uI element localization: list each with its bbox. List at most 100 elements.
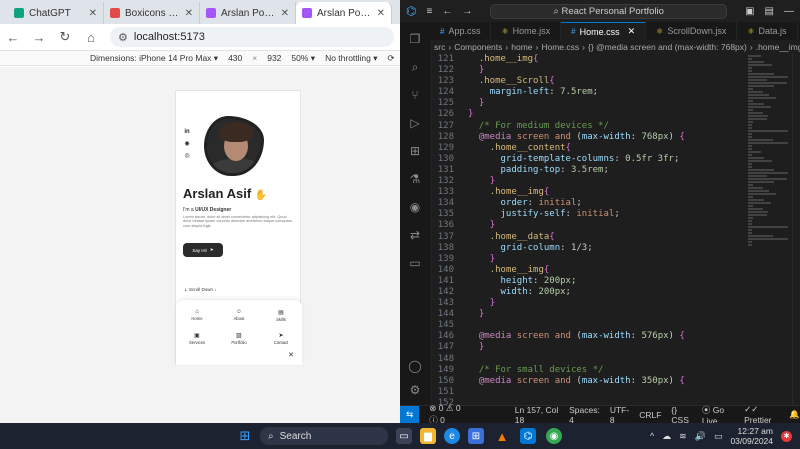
wifi-icon[interactable]: ≋ [679, 431, 687, 442]
explorer-icon[interactable]: ❐ [400, 28, 430, 50]
extensions-icon[interactable]: ⊞ [400, 140, 430, 162]
breadcrumb-item[interactable]: Components [454, 42, 502, 52]
forward-icon[interactable]: → [32, 30, 46, 45]
close-tab-icon[interactable]: ✕ [89, 8, 97, 19]
file-explorer-icon[interactable]: ▆ [420, 428, 436, 444]
taskbar-search[interactable]: ⌕ Search [260, 427, 388, 445]
zoom-select[interactable]: 50% ▾ [291, 53, 315, 64]
browser-tab[interactable]: ChatGPT ✕ [8, 2, 104, 24]
device-width-input[interactable]: 430 [228, 53, 242, 63]
indentation[interactable]: Spaces: 4 [569, 405, 600, 425]
mobile-nav-item[interactable]: ⌂ Home [176, 309, 218, 322]
tray-overflow-icon[interactable]: ^ [650, 431, 654, 441]
close-tab-icon[interactable]: ✕ [628, 26, 636, 37]
menu-icon[interactable]: ≡ [426, 6, 432, 17]
address-bar[interactable]: ⚙ localhost:5173 [110, 27, 394, 47]
close-tab-icon[interactable]: ✕ [185, 8, 193, 19]
close-tab-icon[interactable]: ✕ [281, 8, 289, 19]
prettier-status[interactable]: ✓✓ Prettier [744, 404, 779, 425]
breadcrumb-item[interactable]: {} @media screen and (max-width: 768px) [588, 42, 747, 52]
dimension-separator: × [252, 53, 258, 63]
close-icon[interactable]: ✕ [288, 351, 294, 359]
back-icon[interactable]: ← [6, 30, 20, 45]
battery-icon[interactable]: ▭ [714, 431, 723, 442]
chrome-icon[interactable]: ◉ [546, 428, 562, 444]
task-view-icon[interactable]: ▭ [396, 428, 412, 444]
volume-icon[interactable]: 🔊 [695, 431, 706, 442]
notification-center-icon[interactable]: ✱ [781, 430, 792, 442]
rotate-icon[interactable]: ⟳ [388, 53, 395, 64]
source-control-icon[interactable]: ⑂ [400, 84, 430, 106]
vlc-icon[interactable]: ▲ [494, 428, 510, 444]
close-tab-icon[interactable]: ✕ [377, 8, 385, 19]
browser-tab[interactable]: Boxicons : Premium w ✕ [104, 2, 200, 24]
code-text: } [478, 65, 485, 76]
onedrive-icon[interactable]: ☁ [662, 431, 671, 442]
notifications-icon[interactable]: 🔔 [789, 409, 800, 420]
github-icon[interactable]: ◉ [184, 141, 190, 147]
reload-icon[interactable]: ↻ [58, 29, 72, 45]
editor-tab[interactable]: # Home.css ✕ [561, 22, 647, 40]
breadcrumb-item[interactable]: src [434, 42, 445, 52]
run-debug-icon[interactable]: ▷ [400, 112, 430, 134]
end-of-line[interactable]: CRLF [639, 410, 661, 420]
cursor-position[interactable]: Ln 157, Col 18 [515, 405, 559, 425]
site-info-icon[interactable]: ⚙ [118, 31, 128, 44]
linkedin-icon[interactable]: in [184, 129, 190, 135]
vscode-taskbar-icon[interactable]: ⌬ [520, 428, 536, 444]
language-mode[interactable]: {} CSS [671, 405, 691, 425]
windows-taskbar: ⊞ ⌕ Search ▭ ▆ e ⊞ ▲ ⌬ ◉ ^ ☁ ≋ 🔊 ▭ 12:27… [0, 423, 800, 449]
clock[interactable]: 12:27 am 03/09/2024 [730, 426, 773, 446]
editor-tab[interactable]: ⚛ Data.js [737, 22, 798, 40]
settings-gear-icon[interactable]: ⚙ [400, 379, 430, 401]
editor-tab[interactable]: # App.css [430, 22, 492, 40]
code-editor[interactable]: 121 .home__img{122 } 123 .home__Scroll{12… [430, 54, 748, 405]
breadcrumb-item[interactable]: home [511, 42, 532, 52]
encoding[interactable]: UTF-8 [610, 405, 629, 425]
remote-explorer-icon[interactable]: ▭ [400, 252, 430, 274]
nav-back-icon[interactable]: ← [442, 6, 452, 17]
minimap[interactable] [748, 54, 792, 254]
minimize-icon[interactable]: — [784, 6, 794, 17]
edge-icon[interactable]: e [444, 428, 460, 444]
code-line: 121 .home__img{ [430, 54, 748, 65]
send-icon: ➤ [278, 333, 284, 339]
editor-tab[interactable]: ⚛ Home.jsx [491, 22, 562, 40]
mobile-nav-item[interactable]: ▤ Skills [260, 309, 302, 322]
store-icon[interactable]: ⊞ [468, 428, 484, 444]
search-icon[interactable]: ⌕ [400, 56, 430, 78]
breadcrumb-item[interactable]: .home__img [756, 42, 800, 52]
browser-tab[interactable]: Arslan Portfo ✕ [296, 2, 392, 24]
live-share-icon[interactable]: ⇄ [400, 224, 430, 246]
scroll-down-link[interactable]: ⇣ Scroll Down ↓ [184, 287, 217, 293]
minimap-line [748, 166, 752, 168]
layout-icon[interactable]: ▣ [745, 6, 754, 17]
mobile-nav-item[interactable]: ☺ About [218, 309, 260, 322]
mobile-nav-item[interactable]: ▣ Services [176, 332, 218, 345]
home-icon[interactable]: ⌂ [84, 30, 98, 45]
panel-icon[interactable]: ▤ [765, 6, 774, 17]
line-number: 147 [437, 342, 454, 353]
editor-tab[interactable]: ⚛ ScrollDown.jsx [646, 22, 738, 40]
browser-tab[interactable]: Arslan Portfolio ✕ [200, 2, 296, 24]
code-line: 137 .home__data{ [430, 232, 748, 243]
remote-indicator-icon[interactable]: ⇆ [400, 406, 420, 423]
command-center-search[interactable]: ⌕ React Personal Portfolio [490, 3, 728, 19]
device-height-input[interactable]: 932 [267, 53, 281, 63]
mobile-nav-item[interactable]: ➤ Contact [260, 332, 302, 345]
editor-scrollbar[interactable] [792, 54, 800, 405]
github-icon[interactable]: ◉ [400, 196, 430, 218]
mobile-nav-item[interactable]: ▨ Portfolio [218, 332, 260, 345]
say-hi-button[interactable]: Say Hi! ➤ [183, 243, 223, 257]
chatgpt-icon [14, 8, 24, 18]
throttling-select[interactable]: No throttling ▾ [325, 53, 377, 64]
code-text: } [489, 176, 496, 187]
code-text: order: initial; [500, 198, 582, 209]
device-dimensions-select[interactable]: Dimensions: iPhone 14 Pro Max ▾ [90, 53, 218, 64]
account-icon[interactable]: ◯ [400, 355, 430, 377]
start-button[interactable]: ⊞ [237, 428, 253, 444]
instagram-icon[interactable]: ◎ [184, 153, 190, 159]
breadcrumb-item[interactable]: Home.css [541, 42, 579, 52]
test-icon[interactable]: ⚗ [400, 168, 430, 190]
nav-forward-icon[interactable]: → [462, 6, 472, 17]
